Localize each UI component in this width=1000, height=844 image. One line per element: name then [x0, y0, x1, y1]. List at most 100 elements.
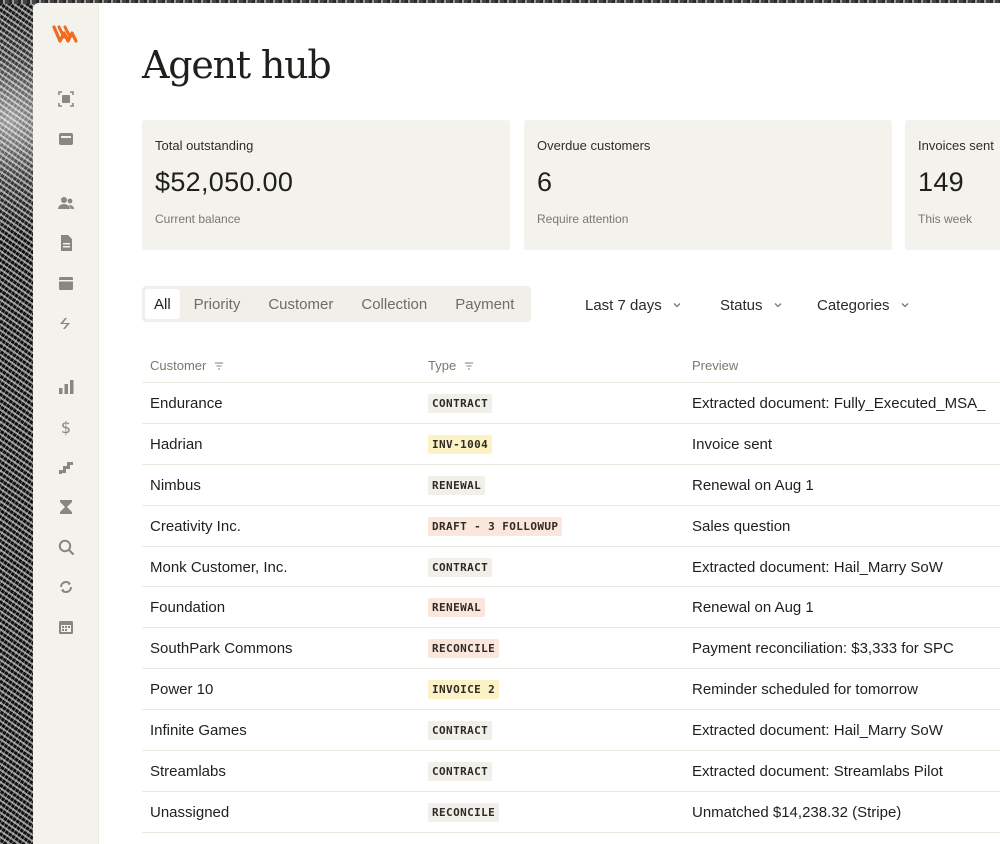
- stat-label: Invoices sent: [918, 138, 994, 153]
- table-header: Customer Type Preview: [142, 345, 1000, 383]
- type-cell: INV-1004: [428, 434, 493, 454]
- svg-text:$: $: [61, 418, 71, 436]
- stairs-icon[interactable]: [54, 455, 78, 479]
- type-cell: CONTRACT: [428, 394, 493, 413]
- preview-text: Invoice sent: [692, 435, 773, 453]
- type-badge: RECONCILE: [428, 802, 500, 822]
- document-icon[interactable]: [54, 231, 78, 255]
- type-badge: RECONCILE: [428, 639, 500, 659]
- preview-text: Extracted document: Streamlabs Pilot: [692, 763, 943, 781]
- customer-name: Streamlabs: [150, 763, 226, 781]
- stat-card-invoices-sent: Invoices sent 149 This week: [905, 120, 1000, 250]
- sort-icon: [215, 361, 224, 370]
- type-cell: RENEWAL: [428, 475, 486, 495]
- preview-text: Unmatched $14,238.32 (Stripe): [692, 803, 902, 821]
- type-cell: CONTRACT: [428, 721, 493, 741]
- hourglass-icon[interactable]: [54, 495, 78, 519]
- type-cell: RENEWAL: [428, 598, 486, 618]
- customer-name: Foundation: [150, 599, 226, 617]
- type-cell: CONTRACT: [428, 762, 493, 782]
- customer-name: SouthPark Commons: [150, 640, 293, 658]
- preview-text: Renewal on Aug 1: [692, 476, 814, 494]
- table-row[interactable]: Infinite Games CONTRACT Extracted document…: [142, 710, 1000, 752]
- type-cell: RECONCILE: [428, 802, 500, 822]
- type-cell: INVOICE 2: [428, 680, 500, 700]
- stat-card-overdue-customers: Overdue customers 6 Require attention: [524, 120, 892, 250]
- refresh-icon[interactable]: [54, 575, 78, 599]
- column-label: Preview: [692, 358, 739, 373]
- chevron-down-icon: [673, 303, 681, 308]
- table-row[interactable]: Foundation RENEWAL Renewal on Aug 1: [142, 587, 1000, 629]
- table-row[interactable]: Monk Customer, Inc. CONTRACT Extracted doc…: [142, 547, 1000, 588]
- tab-all[interactable]: All: [145, 289, 180, 319]
- sidebar: $: [33, 3, 99, 844]
- brand-logo-icon[interactable]: [52, 23, 80, 47]
- users-icon[interactable]: [54, 191, 78, 215]
- customer-name: Nimbus: [150, 476, 201, 494]
- status-dropdown[interactable]: Status: [720, 293, 783, 317]
- customer-name: Unassigned: [150, 803, 230, 821]
- main-content: Agent hub Total outstanding $52,050.00 C…: [99, 3, 1000, 844]
- tab-payment[interactable]: Payment: [441, 289, 528, 319]
- transfer-icon[interactable]: [54, 311, 78, 335]
- dollar-icon[interactable]: $: [54, 415, 78, 439]
- type-badge: RENEWAL: [428, 598, 486, 618]
- scan-document-icon[interactable]: [54, 87, 78, 111]
- tab-priority[interactable]: Priority: [180, 289, 255, 319]
- column-label: Customer: [150, 358, 207, 373]
- preview-text: Sales question: [692, 517, 791, 535]
- calendar-icon[interactable]: [54, 615, 78, 639]
- table-row[interactable]: Creativity Inc. DRAFT - 3 FOLLOWUP Sales q…: [142, 506, 1000, 547]
- preview-text: Extracted document: Fully_Executed_MSA_: [692, 395, 986, 412]
- column-header-customer[interactable]: Customer: [150, 358, 224, 373]
- app-window: $ Agent hub Total outstanding $52,050.00…: [33, 3, 1000, 844]
- type-cell: RECONCILE: [428, 639, 500, 659]
- chevron-down-icon: [774, 303, 781, 308]
- table-row[interactable]: Hadrian INV-1004 Invoice sent: [142, 424, 1000, 465]
- table-row[interactable]: Nimbus RENEWAL Renewal on Aug 1: [142, 465, 1000, 506]
- bar-chart-icon[interactable]: [54, 375, 78, 399]
- status-label: Status: [720, 296, 763, 314]
- table-row[interactable]: Endurance CONTRACT Extracted document: Ful…: [142, 383, 1000, 424]
- table-body: Endurance CONTRACT Extracted document: Ful…: [142, 383, 1000, 833]
- preview-text: Renewal on Aug 1: [692, 599, 814, 617]
- table-row[interactable]: Streamlabs CONTRACT Extracted document: St…: [142, 751, 1000, 792]
- tab-collection[interactable]: Collection: [347, 289, 441, 319]
- customer-name: Infinite Games: [150, 722, 247, 740]
- type-cell: CONTRACT: [428, 557, 493, 577]
- tab-customer[interactable]: Customer: [254, 289, 347, 319]
- type-badge: CONTRACT: [428, 557, 493, 577]
- categories-dropdown[interactable]: Categories: [817, 293, 910, 317]
- column-header-preview: Preview: [692, 358, 738, 373]
- date-range-dropdown[interactable]: Last 7 days: [585, 293, 682, 317]
- chevron-down-icon: [901, 303, 909, 308]
- filter-tabs: All Priority Customer Collection Payment: [142, 286, 532, 322]
- preview-text: Extracted document: Hail_Marry SoW: [692, 722, 943, 740]
- column-header-type[interactable]: Type: [428, 358, 474, 373]
- preview-text: Extracted document: Hail_Marry SoW: [692, 558, 943, 576]
- stat-label: Overdue customers: [537, 138, 651, 153]
- stat-card-total-outstanding: Total outstanding $52,050.00 Current bal…: [142, 120, 510, 250]
- type-badge: CONTRACT: [428, 762, 493, 782]
- type-cell: DRAFT - 3 FOLLOWUP: [428, 516, 563, 536]
- sort-icon: [465, 361, 474, 370]
- table-row[interactable]: SouthPark Commons RECONCILE Payment reconc…: [142, 628, 1000, 670]
- inbox-icon[interactable]: [54, 127, 78, 151]
- search-icon[interactable]: [54, 535, 78, 559]
- type-badge: RENEWAL: [428, 475, 486, 495]
- customer-name: Endurance: [150, 395, 223, 412]
- table-row[interactable]: Power 10 INVOICE 2 Reminder scheduled for …: [142, 669, 1000, 711]
- stat-subtext: This week: [918, 212, 973, 226]
- customer-name: Power 10: [150, 681, 214, 699]
- stat-label: Total outstanding: [155, 138, 254, 153]
- stat-value: 149: [918, 167, 964, 197]
- table-row[interactable]: Unassigned RECONCILE Unmatched $14,238.32 …: [142, 792, 1000, 833]
- store-icon[interactable]: [54, 271, 78, 295]
- stat-subtext: Current balance: [155, 212, 241, 226]
- customer-name: Hadrian: [150, 435, 203, 453]
- customer-name: Monk Customer, Inc.: [150, 558, 288, 576]
- type-badge: INV-1004: [428, 434, 493, 454]
- type-badge: CONTRACT: [428, 721, 493, 741]
- type-badge: CONTRACT: [428, 394, 493, 413]
- preview-text: Reminder scheduled for tomorrow: [692, 681, 918, 699]
